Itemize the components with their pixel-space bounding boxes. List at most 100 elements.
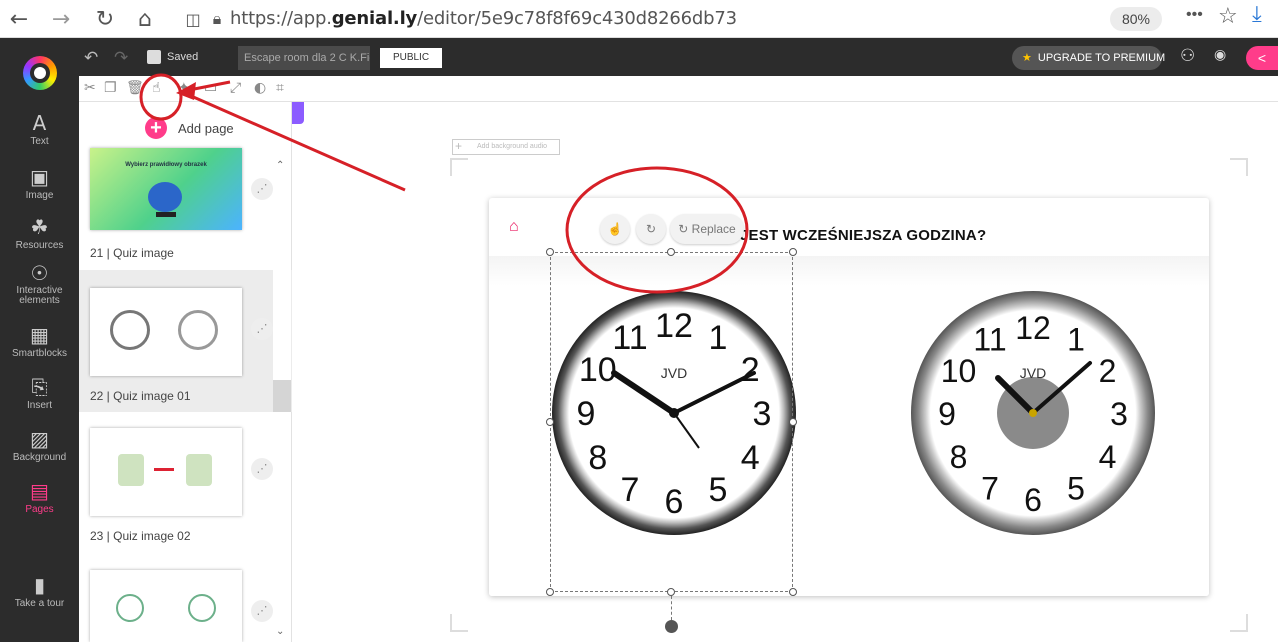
pages-scrollbar-thumb[interactable] [273, 380, 291, 412]
resize-handle[interactable] [546, 418, 554, 426]
resize-handle[interactable] [789, 248, 797, 256]
scroll-up-icon[interactable]: ⌃ [276, 160, 284, 171]
redo-icon[interactable]: ↷ [114, 48, 128, 68]
thumbnail-illustration [148, 182, 182, 212]
page-thumbnail-24[interactable] [90, 570, 242, 642]
nav-pages[interactable]: ▤ Pages [0, 480, 79, 515]
nav-smartblocks[interactable]: ▦ Smartblocks [0, 324, 79, 359]
page-label-21[interactable]: 21 | Quiz image [90, 246, 174, 260]
animation-icon[interactable]: ✦ [178, 80, 190, 96]
clock-numeral: 7 [981, 471, 999, 507]
preview-eye-icon[interactable]: ◉ [1214, 47, 1226, 63]
expand-icon[interactable]: ⤢ [230, 80, 241, 96]
frame-icon[interactable]: ▭ [204, 80, 217, 96]
clock-brand: JVD [1020, 365, 1046, 381]
background-audio-placeholder[interactable]: Add background audio [452, 139, 560, 155]
nav-take-a-tour[interactable]: ▮ Take a tour [0, 574, 79, 609]
crop-icon[interactable]: ⌗ [276, 80, 284, 96]
clock-numeral: 5 [1067, 471, 1085, 507]
delete-icon[interactable]: 🗑︎ [126, 80, 144, 96]
more-menu-icon[interactable]: ••• [1186, 6, 1203, 24]
pages-icon: ▤ [30, 479, 49, 503]
clock-numeral: 4 [1099, 439, 1117, 475]
clock-numeral: 2 [1099, 353, 1117, 389]
forward-icon[interactable]: → [48, 6, 74, 32]
rotate-connector [671, 596, 672, 620]
resize-handle[interactable] [546, 248, 554, 256]
interactivity-icon[interactable]: ☝ [152, 80, 161, 96]
add-page-label[interactable]: Add page [178, 121, 234, 136]
share-button[interactable]: < [1246, 46, 1278, 70]
text-icon: A [32, 111, 47, 135]
collapse-panel-tab[interactable] [292, 102, 304, 124]
thumbnail-jar-right [186, 454, 212, 486]
slide-heading[interactable]: JEST WCZEŚNIEJSZA GODZINA? [740, 227, 986, 244]
nav-image[interactable]: ▣ Image [0, 166, 79, 201]
page-options-icon[interactable]: ⋰ [251, 178, 273, 200]
thumbnail-diagram-left [116, 594, 144, 622]
public-button[interactable]: PUBLIC [380, 48, 442, 68]
clock-image-right[interactable]: 12 12 3 45678 9 1011 JVD [900, 288, 1166, 538]
nav-interactive-elements[interactable]: ☉ Interactive elements [0, 262, 79, 306]
nav-background[interactable]: ▨ Background [0, 428, 79, 463]
floating-element-toolbar: ☝ ↻ ↻ Replace [598, 214, 746, 246]
scroll-down-icon[interactable]: ⌄ [276, 626, 284, 637]
url-bar[interactable]: https://app.genial.ly/editor/5e9c78f8f69… [230, 8, 737, 29]
thumbnail-jar-left [118, 454, 144, 486]
page-options-icon[interactable]: ⋰ [251, 600, 273, 622]
zoom-level[interactable]: 80% [1110, 7, 1162, 31]
thumbnail-clock-left [110, 310, 150, 350]
rotate-handle-icon[interactable] [665, 620, 678, 633]
canvas-corner [450, 158, 468, 176]
back-icon[interactable]: ← [6, 6, 32, 32]
replace-button[interactable]: ↻ Replace [670, 214, 744, 244]
page-thumbnail-22[interactable] [90, 288, 242, 376]
lock-icon: 🔒︎ [212, 9, 222, 28]
slide-home-icon[interactable]: ⌂ [509, 218, 519, 236]
interactive-icon: ☉ [30, 261, 49, 285]
add-collaborator-icon[interactable]: ⚇ [1180, 46, 1195, 66]
logo-dot [34, 67, 46, 79]
shield-icon[interactable]: ◫ [180, 6, 206, 32]
page-options-icon[interactable]: ⋰ [251, 458, 273, 480]
clock-numeral: 11 [973, 322, 1006, 358]
saved-check-icon [147, 50, 161, 64]
canvas-corner [1230, 614, 1248, 632]
thumbnail-button [156, 212, 176, 217]
page-label-23[interactable]: 23 | Quiz image 02 [90, 529, 191, 543]
add-page-plus-icon[interactable]: + [145, 117, 167, 139]
resize-handle[interactable] [667, 248, 675, 256]
reload-icon[interactable]: ↻ [92, 6, 118, 32]
resize-handle[interactable] [789, 418, 797, 426]
clock-numeral: 8 [950, 439, 968, 475]
page-options-icon[interactable]: ⋰ [251, 318, 273, 340]
thumbnail-divider [154, 468, 174, 471]
thumbnail-diagram-right [188, 594, 216, 622]
upgrade-premium-button[interactable]: ★ UPGRADE TO PREMIUM [1012, 46, 1165, 70]
cut-icon[interactable]: ✂ [84, 80, 96, 96]
resize-handle[interactable] [667, 588, 675, 596]
filter-icon[interactable]: ◐ [254, 80, 266, 96]
bookmark-star-icon[interactable]: ☆ [1218, 4, 1238, 29]
page-thumbnail-21[interactable]: Wybierz prawidłowy obrazek [90, 148, 242, 230]
resize-handle[interactable] [789, 588, 797, 596]
page-label-22[interactable]: 22 | Quiz image 01 [90, 389, 191, 403]
clock-numeral: 3 [1110, 396, 1128, 432]
clock-numeral: 10 [941, 353, 977, 389]
animation-button[interactable]: ↻ [636, 214, 666, 244]
home-icon[interactable]: ⌂ [132, 6, 158, 32]
nav-resources[interactable]: ☘ Resources [0, 216, 79, 251]
background-icon: ▨ [30, 427, 49, 451]
page-thumbnail-23[interactable] [90, 428, 242, 516]
project-title-input[interactable]: Escape room dla 2 C K.Fie [238, 46, 370, 70]
add-icon: + [455, 139, 463, 153]
undo-icon[interactable]: ↶ [84, 48, 98, 68]
nav-insert[interactable]: ⎘ Insert [0, 376, 79, 411]
copy-icon[interactable]: ❐ [104, 80, 117, 96]
download-icon[interactable]: ⤓ [1252, 2, 1262, 27]
selected-image-frame[interactable] [550, 252, 793, 592]
nav-text[interactable]: A Text [0, 112, 79, 147]
star-icon: ★ [1022, 52, 1032, 64]
interactivity-button[interactable]: ☝ [600, 214, 630, 244]
resize-handle[interactable] [546, 588, 554, 596]
